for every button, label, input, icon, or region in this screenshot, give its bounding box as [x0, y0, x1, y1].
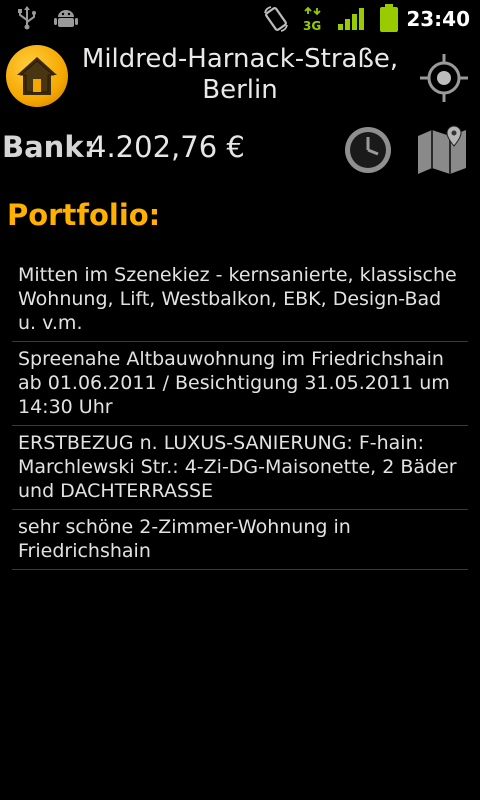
map-icon — [418, 125, 466, 174]
bank-balance: 4.202,76 € — [88, 130, 245, 164]
3g-label: 3G — [303, 19, 321, 32]
list-item[interactable]: sehr schöne 2-Zimmer-Wohnung in Friedric… — [12, 510, 468, 570]
3g-signal-icon: 3G — [302, 6, 324, 36]
usb-icon — [16, 6, 38, 34]
bank-label: Bank: — [2, 130, 96, 164]
list-item[interactable]: ERSTBEZUG n. LUXUS-SANIERUNG: F-hain: Ma… — [12, 426, 468, 510]
clock-icon — [345, 127, 391, 173]
locate-button[interactable] — [418, 52, 470, 104]
portfolio-list: Mitten im Szenekiez - kernsanierte, klas… — [12, 258, 468, 570]
portfolio-heading: Portfolio: — [7, 198, 161, 232]
battery-icon — [378, 3, 400, 37]
status-bar: 3G 23:40 — [0, 0, 480, 38]
rotation-icon — [262, 5, 290, 37]
list-item[interactable]: Spreenahe Altbauwohnung im Friedrichshai… — [12, 342, 468, 426]
list-item[interactable]: Mitten im Szenekiez - kernsanierte, klas… — [12, 258, 468, 342]
history-button[interactable] — [342, 124, 394, 176]
location-title: Mildred-Harnack-Straße, Berlin — [81, 44, 399, 105]
status-time: 23:40 — [406, 7, 470, 31]
house-icon — [17, 57, 57, 95]
map-button[interactable] — [414, 124, 470, 176]
crosshair-icon — [420, 54, 468, 102]
signal-icon — [337, 7, 365, 35]
home-button[interactable] — [6, 45, 68, 107]
android-debug-icon — [54, 7, 78, 33]
